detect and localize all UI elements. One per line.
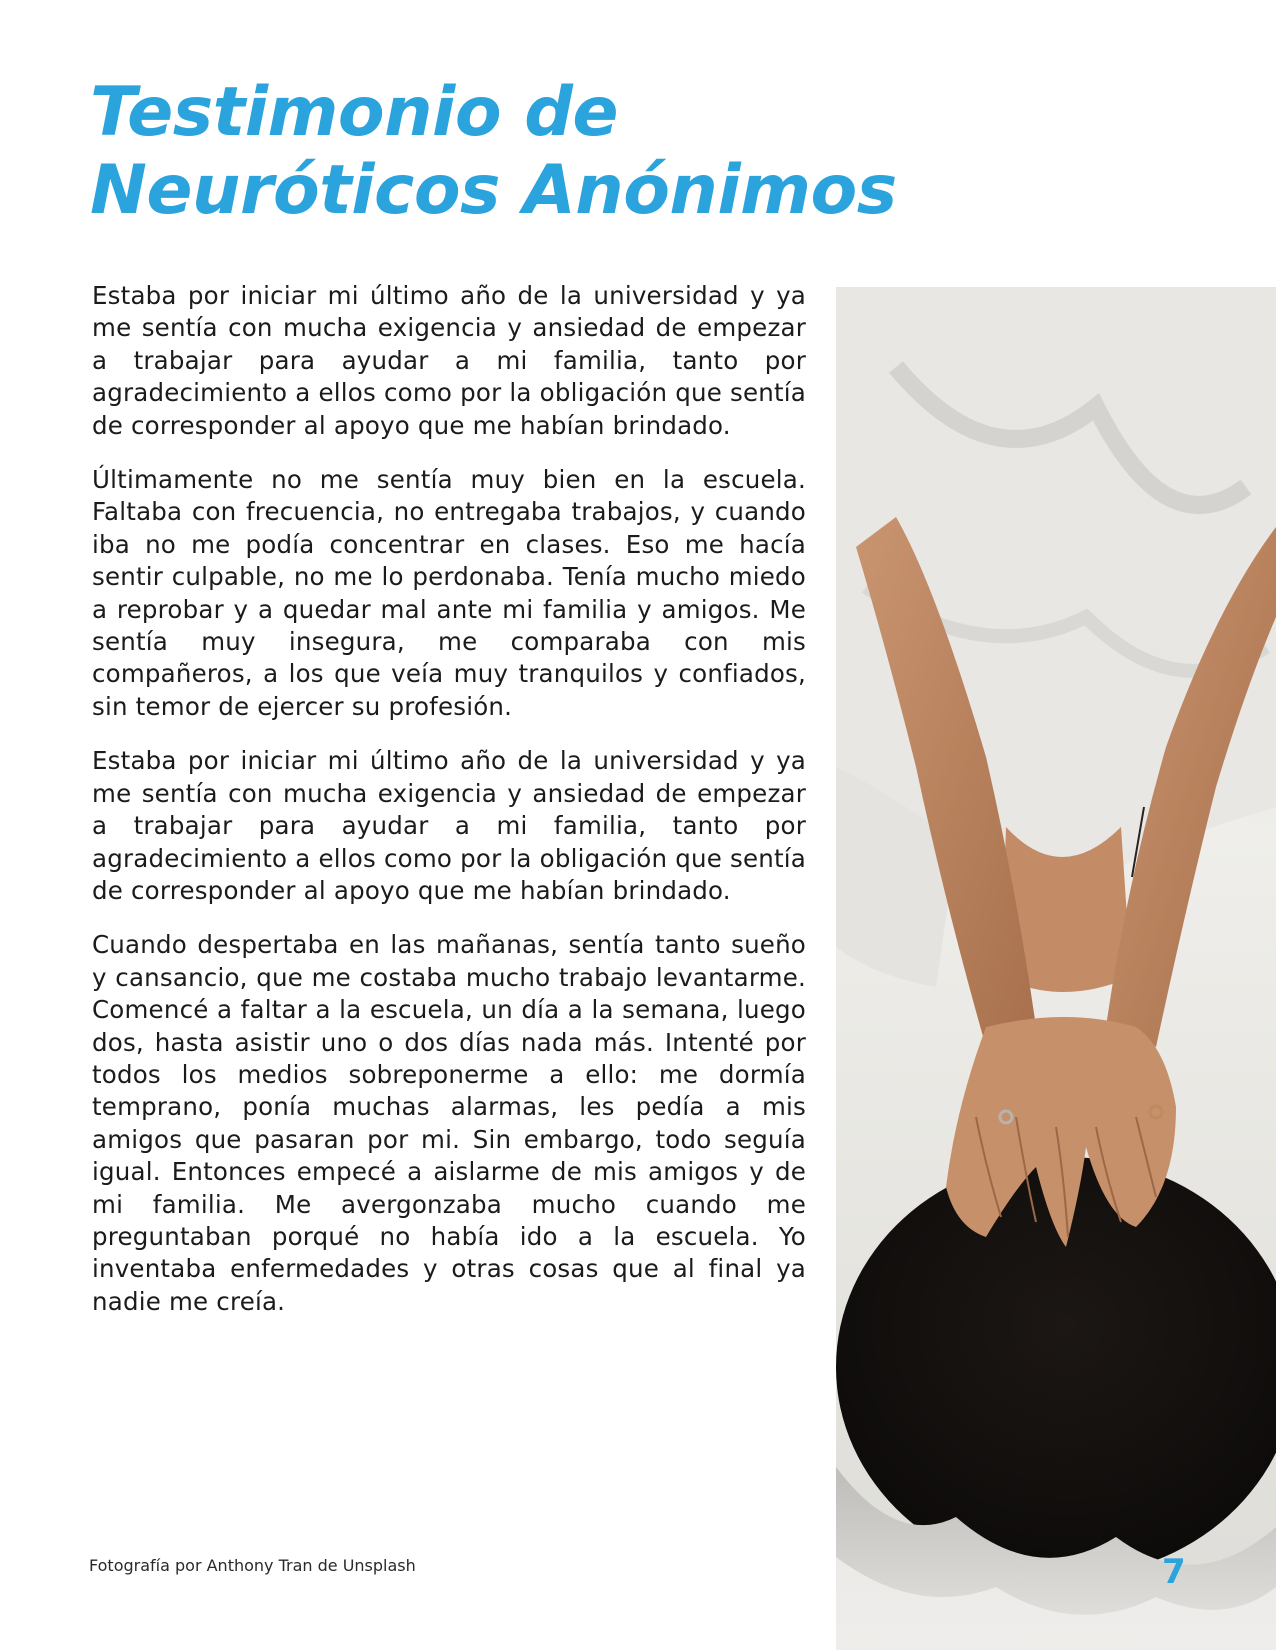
title-line-1: Testimonio de — [90, 73, 619, 152]
paragraph-2: Últimamente no me sentía muy bien en la … — [92, 465, 806, 721]
page-title: Testimonio de Neuróticos Anónimos — [90, 74, 990, 230]
paragraph-1: Estaba por iniciar mi último año de la u… — [92, 281, 806, 440]
title-line-2: Neuróticos Anónimos — [90, 151, 897, 230]
article-body: Estaba por iniciar mi último año de la u… — [92, 280, 806, 1340]
page-number: 7 — [1162, 1552, 1186, 1592]
photo-illustration — [836, 287, 1276, 1650]
paragraph-4: Cuando despertaba en las mañanas, sentía… — [92, 930, 806, 1316]
paragraph-3: Estaba por iniciar mi último año de la u… — [92, 746, 806, 905]
photo-credit: Fotografía por Anthony Tran de Unsplash — [89, 1556, 416, 1575]
woman-covering-face-photo — [836, 287, 1276, 1650]
